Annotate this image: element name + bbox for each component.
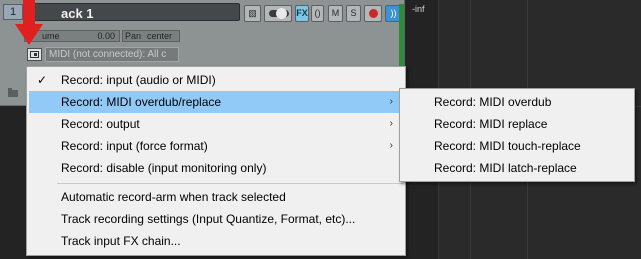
monitor-toggle[interactable] [264,5,292,22]
record-arm-button[interactable] [364,5,382,22]
submenu-item-midi-replace[interactable]: Record: MIDI replace [402,113,632,135]
menu-item-record-input[interactable]: ✓ Record: input (audio or MIDI) [29,69,403,91]
checkmark-icon: ✓ [37,73,48,87]
record-icon [369,9,378,18]
menu-item-record-midi-overdub-replace[interactable]: Record: MIDI overdub/replace › [29,91,403,113]
menu-item-record-disable[interactable]: Record: disable (input monitoring only) [29,157,403,179]
menu-item-label: Track input FX chain... [61,234,181,248]
menu-item-label: Automatic record-arm when track selected [61,190,286,204]
submenu-item-midi-latch-replace[interactable]: Record: MIDI latch-replace [402,157,632,179]
toggle-knob [276,8,287,19]
reaper-window: -inf 1 ack 1 ▧ FX () M S )) ume 0.00 Pan… [0,0,641,259]
submenu-item-midi-touch-replace[interactable]: Record: MIDI touch-replace [402,135,632,157]
menu-item-record-output[interactable]: Record: output › [29,113,403,135]
submenu-arrow-icon: › [389,96,393,107]
red-arrow-icon [15,0,43,45]
mute-button[interactable]: M [328,5,343,22]
folder-icon[interactable] [8,88,18,97]
track-name: ack 1 [61,6,94,21]
pan-control[interactable]: Pan center [122,30,180,42]
pan-label: Pan [125,31,142,41]
solo-button[interactable]: S [346,5,361,22]
track-name-field[interactable]: ack 1 [24,3,240,21]
menu-item-label: Record: disable (input monitoring only) [61,161,267,175]
menu-item-label: Record: input (force format) [61,139,208,153]
midi-overdub-submenu: Record: MIDI overdub Record: MIDI replac… [399,88,635,182]
menu-item-label: Record: input (audio or MIDI) [61,73,216,87]
menu-item-record-input-force-format[interactable]: Record: input (force format) › [29,135,403,157]
submenu-item-midi-overdub[interactable]: Record: MIDI overdub [402,91,632,113]
envelope-button[interactable]: ▧ [244,5,261,22]
meter-readout: -inf [412,4,425,14]
menu-item-auto-record-arm[interactable]: Automatic record-arm when track selected [29,186,403,208]
menu-item-track-recording-settings[interactable]: Track recording settings (Input Quantize… [29,208,403,230]
menu-item-label: Track recording settings (Input Quantize… [61,212,356,226]
menu-item-track-input-fx-chain[interactable]: Track input FX chain... [29,230,403,252]
fx-button[interactable]: FX [295,5,309,22]
menu-item-label: Record: output [61,117,140,131]
menu-separator [57,183,403,184]
phase-button[interactable]: () [311,5,324,22]
pan-value: center [147,31,173,41]
menu-item-label: Record: MIDI overdub/replace [61,95,222,109]
volume-label: ume [42,31,60,41]
submenu-arrow-icon: › [389,118,393,129]
submenu-arrow-icon: › [389,140,393,151]
record-mode-menu: ✓ Record: input (audio or MIDI) Record: … [26,66,406,256]
record-input-selector[interactable]: MIDI (not connected): All c [45,47,179,62]
record-mode-glyph [30,51,39,58]
record-mode-icon[interactable] [27,48,42,61]
volume-value: 0.00 [97,31,115,41]
